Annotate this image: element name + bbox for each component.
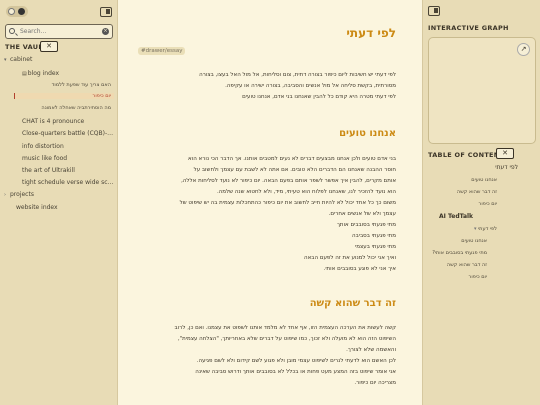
toc-item[interactable]: AI TedTalk [439, 213, 473, 220]
tree-item[interactable]: info distortion [22, 143, 114, 150]
collapse-all-button[interactable]: ✕ [40, 41, 58, 52]
toc-item-label: יום כיפור [478, 201, 497, 207]
toc-item-label: AI TedTalk [439, 213, 474, 220]
tree-item-label: tight schedule verse wide sch... [22, 179, 114, 186]
tag-link[interactable]: #drawer/essay [138, 47, 186, 55]
toc-item-label: יום כיפור [468, 274, 487, 280]
text-line: והאשמה שלא לצורך. [346, 347, 396, 353]
left-sidebar: × THE VAULT ✕ ▾cabinet▤blog indexהאם צרי… [0, 0, 118, 405]
tree-item[interactable]: ▤blog index [22, 70, 114, 77]
toc-item[interactable]: אנחנו טועים [471, 177, 497, 183]
toc-item[interactable]: זה דבר שהוא קשה [447, 262, 487, 268]
tree-folder[interactable]: ▾ cabinet [4, 56, 114, 63]
expand-graph-icon[interactable]: ↗ [517, 43, 530, 56]
toc-item-label: מתי פגעתי בסובבים אותי? [432, 250, 487, 256]
tree-item[interactable]: Close-quarters battle (CQB)-t... [22, 130, 114, 137]
tree-item[interactable]: יום כיפור [14, 93, 114, 99]
tree-item-label: website index [16, 204, 58, 211]
text-line: מסורתית, בקשת סליחה אל מול אנשים והסביבה… [225, 83, 396, 89]
tree-item[interactable]: the art of Ultrakill [22, 167, 114, 174]
toc-item-label: זה דבר שהוא קשה [446, 262, 487, 268]
tree-item-label: music like food [22, 155, 68, 162]
section-heading-2: זה דבר שהוא קשה [309, 298, 396, 309]
tree-folder[interactable]: › projects [4, 191, 114, 198]
tree-item[interactable]: CHAT is 4 pronounce [22, 118, 114, 125]
text-line: מתי פגעתי בסובבים אותך [336, 222, 396, 228]
theme-toggle[interactable] [6, 6, 28, 17]
toc-item-label: זה דבר שהוא קשה [456, 189, 497, 195]
graph-label: INTERACTIVE GRAPH [428, 24, 509, 32]
search-input[interactable] [20, 26, 100, 37]
text-line: מצריכה יום כיפור. [354, 380, 396, 386]
toc-item[interactable]: יום כיפור [479, 201, 497, 207]
text-line: מתי פגעתי בסביבה [352, 233, 396, 239]
right-sidebar: INTERACTIVE GRAPH ↗ TABLE OF CONTENTS ✕ … [422, 0, 540, 405]
toc-item[interactable]: זה דבר שהוא קשה [457, 189, 497, 195]
tree-item-label: cabinet [10, 56, 33, 63]
right-panel-toggle-icon[interactable] [428, 6, 440, 16]
left-topbar [4, 5, 114, 19]
main-content: לפי דעתי #drawer/essay לפי דעתי יש חשיבו… [118, 0, 422, 405]
toc-item-label: אנחנו טועים [461, 238, 487, 244]
page-title: לפי דעתי [346, 26, 396, 40]
text-line: איך אני לא פוגע בסובבים אותי. [323, 266, 396, 272]
light-mode-icon [8, 8, 15, 15]
tree-item-label: Close-quarters battle (CQB)-t... [22, 130, 114, 137]
text-line: עצמך ולא של אנשים אחרים. [328, 211, 396, 217]
text-line: חוסר ההבנה שאנחנו הם הדברים הלא טובים. א… [193, 167, 396, 173]
interactive-graph[interactable]: ↗ [428, 37, 536, 144]
tree-item[interactable]: music like food [22, 155, 114, 162]
tree-item[interactable]: website index [16, 204, 108, 211]
text-line: ואיך אני יכול למנוע את זה לפעם הבאה [304, 255, 396, 261]
text-line: אני אומר שיפוט בזה המצע מעט פחות או בכלל… [195, 369, 396, 375]
toc-item-label: לפי דעתי [478, 226, 497, 232]
dark-mode-icon [18, 8, 25, 15]
tree-item-label: יום כיפור [92, 93, 111, 99]
toc-item[interactable]: מתי פגעתי בסובבים אותי? [432, 250, 487, 256]
sidebar-toggle-icon[interactable] [100, 7, 112, 17]
text-line: מתי פגעתי בעצמי [355, 244, 396, 250]
tree-item-label: blog index [27, 70, 60, 77]
text-line: לפי דעתי יש חשיבות ליום כיפור בצורה דתית… [199, 72, 396, 78]
tree-item-label: CHAT is 4 pronounce [22, 118, 85, 125]
tree-item-label: האם צריך עוד שפעת ללמוד [51, 82, 111, 88]
note-icon: ▤ [22, 71, 27, 77]
text-line: הוא נועד להזכיר לנו, שאנחנו לפלוח הוא טע… [216, 189, 396, 195]
tree-item[interactable]: האם צריך עוד שפעת ללמוד [14, 82, 114, 88]
toc-item-label: לפי דעתי [495, 164, 518, 171]
text-line: לכן האשם הוא לדעתי לנרים לשיפוט עצמי מוב… [196, 358, 396, 364]
text-line: בני אדם טועים ולכן אנחנו מבצעים דברים לא… [188, 156, 396, 162]
toc-item[interactable]: לפי דעתי ▾ [474, 226, 497, 232]
toc-item[interactable]: אנחנו טועים [461, 238, 487, 244]
tree-item-label: מה הוסתירתביה שאחלה לאמונה [41, 105, 111, 111]
search-icon [9, 28, 15, 34]
search-box[interactable]: × [5, 24, 113, 39]
tree-item[interactable]: tight schedule verse wide sch... [22, 179, 114, 186]
text-line: קשה לעשות את הערכה העצמית הזו, אף אחד לא… [174, 325, 396, 331]
tree-item-label: the art of Ultrakill [22, 167, 75, 174]
toc-item-label: אנחנו טועים [471, 177, 497, 183]
toc-item[interactable]: יום כיפור [469, 274, 487, 280]
text-line: אותם מקרים, להבין איך אפשר לשפר אותם בפע… [181, 178, 396, 184]
tree-item-label: projects [10, 191, 34, 198]
clear-search-icon[interactable]: × [102, 28, 109, 35]
text-line: לפי דעתי מטרה היא קודם כל להבין שאנחנו ב… [242, 94, 396, 100]
text-line: משום כך כל אחד יכול לא להיות חייב לחשוב … [179, 200, 396, 206]
section-heading-1: אנחנו טועים [339, 128, 396, 139]
toc-collapse-button[interactable]: ✕ [496, 148, 514, 159]
tree-item[interactable]: מה הוסתירתביה שאחלה לאמונה [14, 105, 114, 111]
text-line: השיפוט הזה הוא לא מועלה ולא זכוך, כמו שי… [177, 336, 396, 342]
toc-item[interactable]: לפי דעתי [495, 164, 518, 171]
tree-item-label: info distortion [22, 143, 64, 150]
